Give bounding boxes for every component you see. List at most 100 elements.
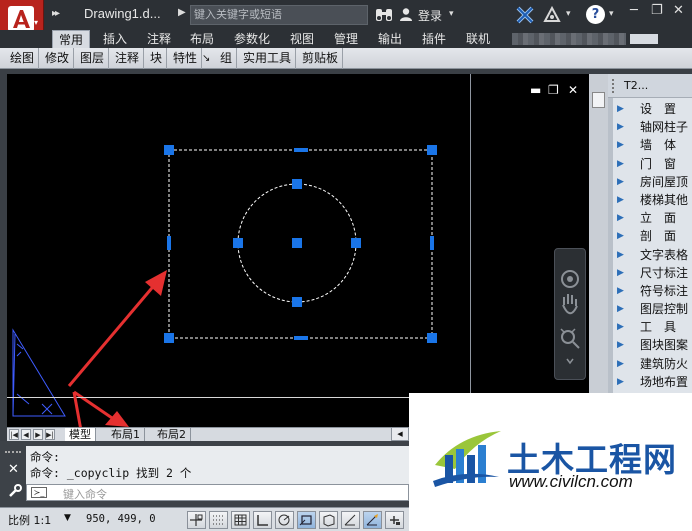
panel-properties[interactable]: 特性 [169, 48, 203, 69]
ortho-mode-button[interactable] [253, 511, 272, 529]
tab-plugins[interactable]: 插件 [422, 30, 446, 48]
panel-utilities[interactable]: 实用工具 [239, 48, 297, 69]
quick-access-expand-icon[interactable]: ▸▸ [52, 8, 60, 19]
side-panel-item[interactable]: ▶ 立 面 [614, 209, 692, 227]
navbar-dropdown-icon[interactable] [566, 358, 574, 365]
side-panel-item[interactable]: ▶ 图层控制 [614, 300, 692, 318]
last-layout-button[interactable]: ▶| [45, 429, 55, 440]
grip-midpoint[interactable] [430, 236, 434, 250]
tab-annotate[interactable]: 注释 [147, 30, 171, 48]
grid-display-button[interactable] [231, 511, 250, 529]
side-panel-item[interactable]: ▶ 场地布置 [614, 373, 692, 391]
grip-midpoint[interactable] [294, 148, 308, 152]
side-panel-item[interactable]: ▶ 尺寸标注 [614, 264, 692, 282]
next-layout-button[interactable]: ▶ [33, 429, 43, 440]
side-panel-item[interactable]: ▶ 图块图案 [614, 336, 692, 354]
viewport-close-button[interactable]: ✕ [568, 83, 578, 97]
panel-properties-expander[interactable]: ↘ [200, 48, 212, 69]
autodesk-a360-icon[interactable] [543, 6, 561, 24]
3d-object-snap-button[interactable] [319, 511, 338, 529]
help-dropdown-icon[interactable]: ▾ [609, 9, 614, 19]
user-icon[interactable] [399, 7, 413, 21]
ribbon-minimize-toggle[interactable] [630, 34, 658, 44]
navigation-bar[interactable] [554, 248, 586, 380]
pan-hand-icon[interactable] [562, 294, 578, 315]
panel-modify[interactable]: 修改 [41, 48, 75, 69]
snap-mode-button[interactable] [209, 511, 228, 529]
tab-output[interactable]: 输出 [378, 30, 402, 48]
grip-midpoint[interactable] [167, 236, 171, 250]
panel-annotation[interactable]: 注释 [111, 48, 145, 69]
panel-block[interactable]: 块 [146, 48, 168, 69]
first-layout-button[interactable]: |◀ [9, 429, 19, 440]
polar-tracking-button[interactable] [275, 511, 294, 529]
drawing-canvas[interactable] [7, 74, 470, 427]
side-panel-item[interactable]: ▶ 符号标注 [614, 282, 692, 300]
grip-corner[interactable] [427, 333, 437, 343]
exchange-x-icon[interactable] [516, 6, 534, 24]
vertical-scrollbar[interactable] [589, 74, 608, 427]
object-snap-button[interactable] [297, 511, 316, 529]
grip-corner[interactable] [164, 333, 174, 343]
panel-draw[interactable]: 绘图 [6, 48, 40, 69]
login-dropdown-icon[interactable]: ▾ [449, 9, 454, 19]
login-button[interactable]: 登录 [418, 7, 442, 24]
panel-clipboard[interactable]: 剪贴板 [298, 48, 344, 69]
scale-dropdown-icon[interactable]: ▼ [64, 513, 71, 523]
window-restore-button[interactable]: ❐ [651, 3, 663, 18]
side-panel-item[interactable]: ▶ 房间屋顶 [614, 173, 692, 191]
grip-quadrant[interactable] [233, 238, 243, 248]
scrollbar-thumb[interactable] [592, 92, 605, 108]
command-line-grip[interactable] [5, 451, 21, 455]
side-panel-item[interactable]: ▶ 轴网柱子 [614, 118, 692, 136]
grip-midpoint[interactable] [294, 336, 308, 340]
tab-view[interactable]: 视图 [290, 30, 314, 48]
title-expand-icon[interactable]: ▶ [178, 7, 186, 18]
tab-layout1[interactable]: 布局1 [107, 428, 145, 442]
tab-layout[interactable]: 布局 [190, 30, 214, 48]
command-input[interactable]: ≻_ 键入命令 [26, 484, 409, 501]
side-panel-item[interactable]: ▶ 文字表格 [614, 246, 692, 264]
circle-grips[interactable] [233, 179, 361, 307]
prev-layout-button[interactable]: ◀ [21, 429, 31, 440]
dynamic-ucs-button[interactable] [363, 511, 382, 529]
tab-layout2[interactable]: 布局2 [153, 428, 191, 442]
tab-online[interactable]: 联机 [466, 30, 490, 48]
panel-group[interactable]: 组 [216, 48, 238, 69]
grip-corner[interactable] [427, 145, 437, 155]
model-space-button[interactable] [187, 511, 206, 529]
dynamic-input-button[interactable] [385, 511, 404, 529]
side-panel-item[interactable]: ▶ 设 置 [614, 100, 692, 118]
side-panel-item[interactable]: ▶ 楼梯其他 [614, 191, 692, 209]
grip-center[interactable] [292, 238, 302, 248]
side-panel-grip[interactable] [612, 79, 618, 93]
viewport-restore-button[interactable]: ❐ [548, 83, 559, 97]
tab-home[interactable]: 常用 [52, 30, 91, 48]
help-icon[interactable]: ? [586, 5, 605, 24]
command-prompt-icon[interactable]: ≻_ [31, 487, 47, 498]
side-panel-item[interactable]: ▶ 工 具 [614, 318, 692, 336]
grip-corner[interactable] [164, 145, 174, 155]
grip-quadrant[interactable] [292, 179, 302, 189]
side-panel-item[interactable]: ▶ 建筑防火 [614, 355, 692, 373]
viewport-minimize-button[interactable]: ▬ [530, 83, 541, 97]
panel-layers[interactable]: 图层 [76, 48, 110, 69]
side-panel-item[interactable]: ▶ 门 窗 [614, 155, 692, 173]
command-line-close-button[interactable]: ✕ [8, 462, 19, 477]
annotation-scale[interactable]: 比例 1:1 [8, 512, 51, 528]
a360-dropdown-icon[interactable]: ▾ [566, 9, 571, 19]
window-minimize-button[interactable]: ─ [630, 3, 638, 18]
side-panel-item[interactable]: ▶ 剖 面 [614, 227, 692, 245]
side-panel-item[interactable]: ▶ 墙 体 [614, 136, 692, 154]
grip-quadrant[interactable] [351, 238, 361, 248]
grip-quadrant[interactable] [292, 297, 302, 307]
tab-insert[interactable]: 插入 [103, 30, 127, 48]
window-close-button[interactable]: ✕ [673, 3, 684, 18]
search-input[interactable]: 键入关键字或短语 [190, 5, 368, 25]
binoculars-icon[interactable] [374, 6, 394, 24]
horizontal-scroll-left[interactable]: ◀ [391, 427, 409, 441]
wrench-icon[interactable] [8, 484, 22, 498]
object-snap-tracking-button[interactable] [341, 511, 360, 529]
tab-manage[interactable]: 管理 [334, 30, 358, 48]
tab-parametric[interactable]: 参数化 [234, 30, 270, 48]
